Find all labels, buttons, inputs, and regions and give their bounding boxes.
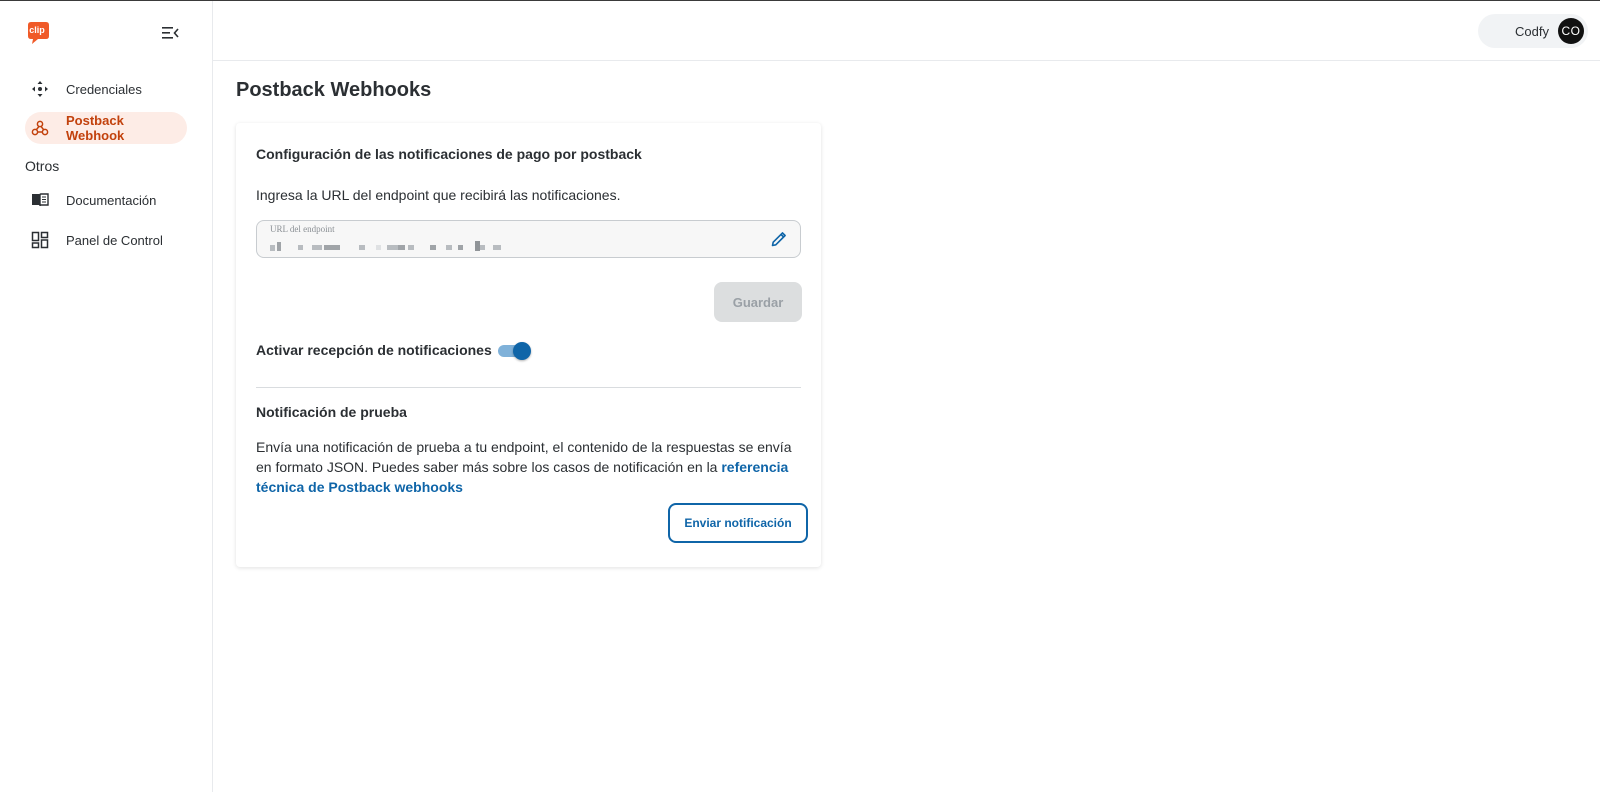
- page-title: Postback Webhooks: [236, 79, 432, 101]
- edit-pencil-icon[interactable]: [770, 230, 788, 248]
- user-menu[interactable]: Codfy CO: [1478, 14, 1588, 48]
- sidebar-item-postback-webhook[interactable]: Postback Webhook: [25, 112, 187, 144]
- dashboard-icon: [31, 231, 49, 249]
- section-divider: [256, 387, 801, 388]
- clip-logo[interactable]: clip: [26, 21, 51, 45]
- sidebar-item-label: Documentación: [66, 192, 157, 208]
- toggle-thumb: [513, 342, 531, 360]
- sidebar-item-label: Postback Webhook: [66, 113, 125, 143]
- test-description-text: Envía una notificación de prueba a tu en…: [256, 439, 792, 475]
- card-title: Configuración de las notificaciones de p…: [256, 146, 642, 162]
- toggle-label: Activar recepción de notificaciones: [256, 342, 492, 358]
- user-name: Codfy: [1515, 23, 1549, 39]
- sidebar-item-documentacion[interactable]: Documentación: [25, 184, 168, 216]
- sidebar-item-credenciales[interactable]: Credenciales: [25, 73, 154, 105]
- endpoint-url-label: URL del endpoint: [270, 224, 335, 234]
- webhook-icon: [31, 119, 49, 137]
- notifications-toggle[interactable]: [498, 342, 531, 360]
- sidebar-section-otros: Otros: [25, 158, 60, 174]
- endpoint-url-value-redacted: [270, 240, 510, 252]
- test-notification-title: Notificación de prueba: [256, 404, 407, 420]
- endpoint-url-field[interactable]: URL del endpoint: [256, 220, 801, 258]
- sidebar-item-label: Panel de Control: [66, 232, 163, 248]
- postback-config-card: Configuración de las notificaciones de p…: [236, 123, 821, 567]
- sidebar-item-label: Credenciales: [66, 81, 142, 97]
- test-notification-description: Envía una notificación de prueba a tu en…: [256, 437, 801, 497]
- avatar: CO: [1558, 18, 1584, 44]
- sidebar: clip Credenciales Postback Webhook Otros…: [0, 1, 213, 792]
- top-header: Codfy CO: [213, 1, 1600, 61]
- book-icon: [31, 191, 49, 209]
- collapse-menu-icon[interactable]: [162, 25, 180, 41]
- logo-text: clip: [29, 25, 45, 35]
- move-arrows-icon: [31, 80, 49, 98]
- sidebar-item-panel-de-control[interactable]: Panel de Control: [25, 224, 175, 256]
- card-description: Ingresa la URL del endpoint que recibirá…: [256, 187, 621, 203]
- send-notification-button[interactable]: Enviar notificación: [668, 503, 808, 543]
- save-button[interactable]: Guardar: [714, 282, 802, 322]
